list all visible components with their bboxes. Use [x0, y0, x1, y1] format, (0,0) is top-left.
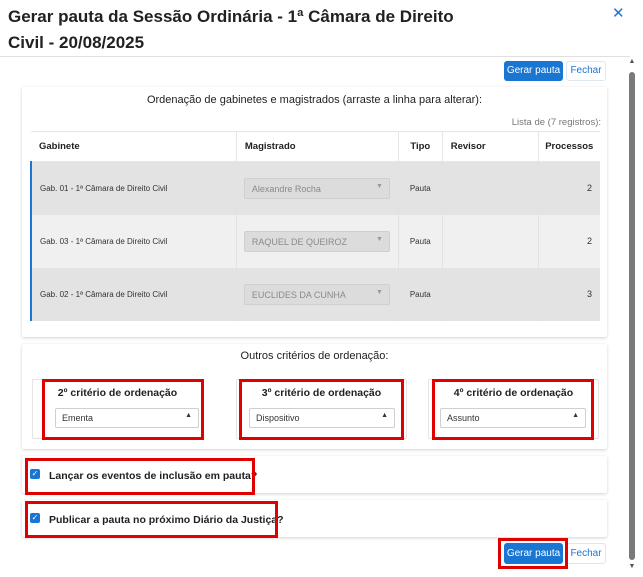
criterion-3-value: Dispositivo	[256, 413, 300, 423]
criterion-4-box: 4º critério de ordenação Assunto ▲	[428, 379, 599, 439]
processos-cell: 2	[538, 214, 600, 268]
column-header-gabinete[interactable]: Gabinete	[31, 131, 237, 162]
criteria-card: Outros critérios de ordenação: 2º critér…	[22, 344, 607, 449]
tipo-cell: Pauta	[398, 161, 443, 215]
dialog-title: Gerar pauta da Sessão Ordinária - 1ª Câm…	[8, 7, 454, 52]
records-count: Lista de (7 registros):	[511, 117, 601, 128]
scrollbar-thumb[interactable]	[629, 72, 635, 560]
tipo-cell: Pauta	[398, 267, 443, 321]
tipo-cell: Pauta	[398, 214, 443, 268]
revisor-cell	[442, 267, 539, 321]
column-header-revisor[interactable]: Revisor	[442, 131, 539, 162]
ordering-card: Ordenação de gabinetes e magistrados (ar…	[22, 87, 607, 337]
header-divider	[0, 56, 630, 57]
fechar-button[interactable]: Fechar	[566, 543, 606, 564]
criterion-2-box: 2º critério de ordenação Ementa ▲	[32, 379, 203, 439]
processos-cell: 2	[538, 161, 600, 215]
ordering-table: Gabinete Magistrado Tipo Revisor Process…	[29, 131, 600, 321]
criterion-3-label: 3º critério de ordenação	[261, 387, 382, 399]
caret-up-icon: ▲	[185, 412, 192, 419]
magistrado-value: EUCLIDES DA CUNHA	[251, 289, 346, 300]
caret-down-icon: ▼	[375, 182, 383, 190]
column-header-processos[interactable]: Processos	[538, 131, 600, 162]
dialog-header: Gerar pauta da Sessão Ordinária - 1ª Câm…	[0, 0, 643, 56]
magistrado-select: RAQUEL DE QUEIROZ ▼	[243, 230, 390, 252]
gabinete-cell: Gab. 01 - 1ª Câmara de Direito Civil	[29, 161, 237, 215]
gabinete-cell: Gab. 02 - 1ª Câmara de Direito Civil	[29, 267, 237, 321]
table-header-row: Gabinete Magistrado Tipo Revisor Process…	[31, 131, 600, 162]
publicar-checkbox[interactable]: ✓	[30, 513, 40, 523]
criterion-2-select[interactable]: Ementa ▲	[55, 408, 199, 428]
table-row[interactable]: Gab. 03 - 1ª Câmara de Direito Civil RAQ…	[29, 214, 600, 268]
close-icon[interactable]: ✕	[612, 4, 625, 22]
magistrado-select: Alexandre Rocha ▼	[243, 177, 390, 199]
gerar-pauta-button-top[interactable]: Gerar pauta	[504, 61, 563, 81]
revisor-cell	[442, 214, 539, 268]
criterion-2-label: 2º critério de ordenação	[57, 387, 178, 399]
fechar-button-top[interactable]: Fechar	[566, 61, 606, 81]
caret-down-icon: ▼	[375, 288, 383, 296]
scrollbar[interactable]: ▲ ▼	[628, 58, 636, 575]
magistrado-select: EUCLIDES DA CUNHA ▼	[243, 283, 390, 305]
gabinete-cell: Gab. 03 - 1ª Câmara de Direito Civil	[29, 214, 237, 268]
publicar-label[interactable]: Publicar a pauta no próximo Diário da Ju…	[49, 514, 284, 526]
criteria-title: Outros critérios de ordenação:	[240, 350, 389, 362]
caret-up-icon: ▲	[381, 412, 388, 419]
column-header-magistrado[interactable]: Magistrado	[236, 131, 399, 162]
criterion-2-value: Ementa	[62, 413, 94, 423]
criterion-3-box: 3º critério de ordenação Dispositivo ▲	[236, 379, 407, 439]
scroll-up-arrow-icon[interactable]: ▲	[628, 58, 636, 68]
magistrado-value: RAQUEL DE QUEIROZ	[251, 236, 348, 247]
magistrado-value: Alexandre Rocha	[251, 183, 321, 194]
lancar-label[interactable]: Lançar os eventos de inclusão em pauta?	[49, 470, 257, 482]
table-row[interactable]: Gab. 02 - 1ª Câmara de Direito Civil EUC…	[29, 267, 600, 321]
ordering-title: Ordenação de gabinetes e magistrados (ar…	[146, 94, 483, 106]
column-header-tipo[interactable]: Tipo	[398, 131, 443, 162]
criterion-3-select[interactable]: Dispositivo ▲	[249, 408, 395, 428]
caret-up-icon: ▲	[572, 412, 579, 419]
caret-down-icon: ▼	[375, 235, 383, 243]
processos-cell: 3	[538, 267, 600, 321]
lancar-checkbox[interactable]: ✓	[30, 469, 40, 479]
revisor-cell	[442, 161, 539, 215]
scroll-down-arrow-icon[interactable]: ▼	[628, 563, 636, 573]
table-row[interactable]: Gab. 01 - 1ª Câmara de Direito Civil Ale…	[29, 161, 600, 215]
gerar-pauta-button[interactable]: Gerar pauta	[504, 543, 563, 564]
criterion-4-label: 4º critério de ordenação	[453, 387, 574, 399]
criterion-4-value: Assunto	[447, 413, 480, 423]
criterion-4-select[interactable]: Assunto ▲	[440, 408, 586, 428]
